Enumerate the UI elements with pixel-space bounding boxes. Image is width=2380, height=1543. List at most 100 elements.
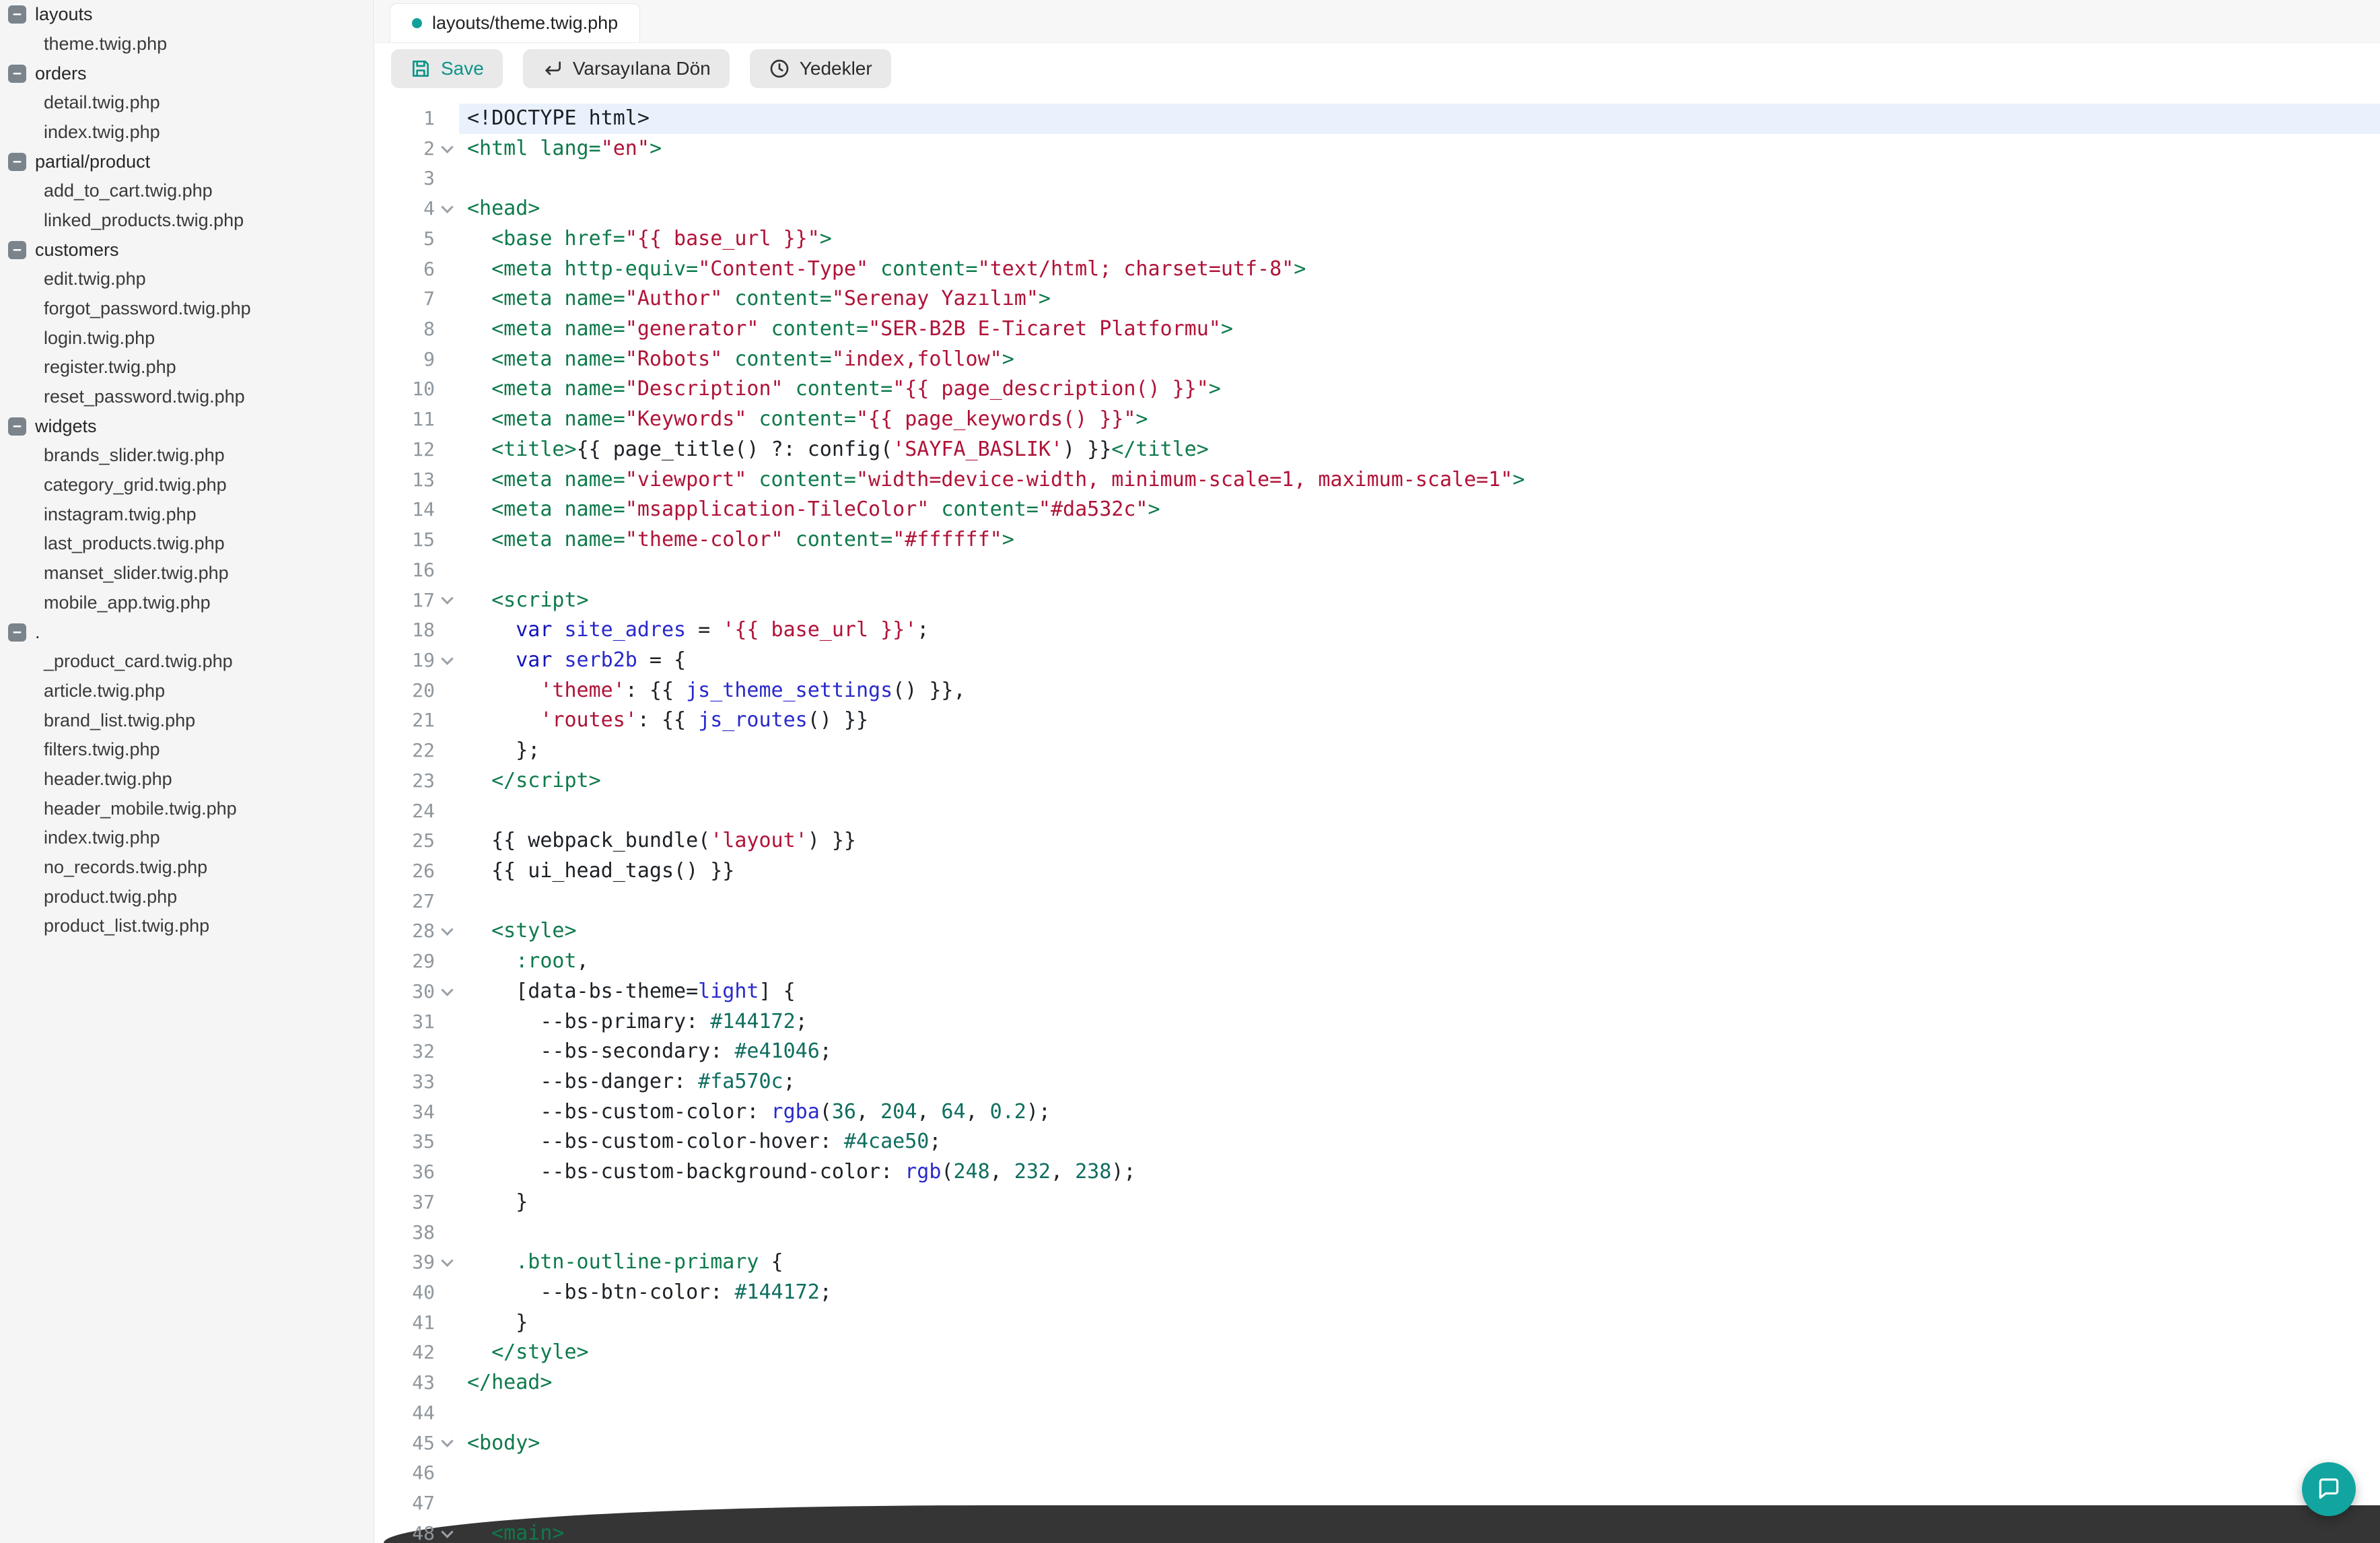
- code-line[interactable]: 17 <script>: [375, 586, 2380, 616]
- fold-chevron-icon[interactable]: [435, 977, 459, 1007]
- code-line[interactable]: 33 --bs-danger: #fa570c;: [375, 1067, 2380, 1097]
- collapse-minus-icon[interactable]: −: [8, 5, 26, 24]
- tree-file-item[interactable]: add_to_cart.twig.php: [0, 176, 374, 206]
- tree-file-item[interactable]: brands_slider.twig.php: [0, 441, 374, 471]
- fold-chevron-icon[interactable]: [435, 194, 459, 224]
- code-line[interactable]: 48 <main>: [375, 1519, 2380, 1543]
- tree-file-item[interactable]: header.twig.php: [0, 765, 374, 794]
- code-line[interactable]: 40 --bs-btn-color: #144172;: [375, 1278, 2380, 1308]
- code-line[interactable]: 7 <meta name="Author" content="Serenay Y…: [375, 284, 2380, 314]
- tree-folder[interactable]: −layouts: [0, 0, 374, 30]
- support-fab-button[interactable]: [2302, 1462, 2356, 1516]
- fold-chevron-icon[interactable]: [435, 646, 459, 676]
- code-line[interactable]: 14 <meta name="msapplication-TileColor" …: [375, 495, 2380, 525]
- code-line[interactable]: 6 <meta http-equiv="Content-Type" conten…: [375, 254, 2380, 285]
- tree-file-item[interactable]: instagram.twig.php: [0, 500, 374, 530]
- code-line[interactable]: 25 {{ webpack_bundle('layout') }}: [375, 826, 2380, 856]
- code-line[interactable]: 9 <meta name="Robots" content="index,fol…: [375, 345, 2380, 375]
- fold-chevron-icon[interactable]: [435, 1429, 459, 1459]
- code-line[interactable]: 11 <meta name="Keywords" content="{{ pag…: [375, 405, 2380, 435]
- fold-chevron-icon[interactable]: [435, 1247, 459, 1278]
- reset-default-button[interactable]: Varsayılana Dön: [523, 49, 730, 88]
- code-line[interactable]: 32 --bs-secondary: #e41046;: [375, 1037, 2380, 1067]
- tree-file-item[interactable]: filters.twig.php: [0, 735, 374, 765]
- collapse-minus-icon[interactable]: −: [8, 65, 26, 83]
- save-button[interactable]: Save: [391, 49, 503, 88]
- tree-folder[interactable]: −partial/product: [0, 147, 374, 176]
- code-line[interactable]: 38: [375, 1218, 2380, 1248]
- code-line[interactable]: 42 </style>: [375, 1338, 2380, 1368]
- code-line[interactable]: 36 --bs-custom-background-color: rgb(248…: [375, 1157, 2380, 1188]
- tree-file-item[interactable]: header_mobile.twig.php: [0, 794, 374, 824]
- tree-file-item[interactable]: last_products.twig.php: [0, 529, 374, 559]
- code-line[interactable]: 21 'routes': {{ js_routes() }}: [375, 706, 2380, 736]
- code-line[interactable]: 22 };: [375, 736, 2380, 766]
- code-line[interactable]: 10 <meta name="Description" content="{{ …: [375, 374, 2380, 405]
- tree-folder[interactable]: −orders: [0, 59, 374, 88]
- collapse-minus-icon[interactable]: −: [8, 417, 26, 436]
- tree-file-item[interactable]: index.twig.php: [0, 118, 374, 147]
- code-line[interactable]: 35 --bs-custom-color-hover: #4cae50;: [375, 1127, 2380, 1157]
- collapse-minus-icon[interactable]: −: [8, 153, 26, 171]
- code-line[interactable]: 16: [375, 555, 2380, 586]
- tree-folder[interactable]: −customers: [0, 236, 374, 265]
- code-line[interactable]: 4<head>: [375, 194, 2380, 224]
- fold-chevron-icon[interactable]: [435, 586, 459, 616]
- code-line[interactable]: 2<html lang="en">: [375, 134, 2380, 164]
- tab-layouts-theme-twig[interactable]: layouts/theme.twig.php: [390, 3, 640, 42]
- tree-file-item[interactable]: login.twig.php: [0, 324, 374, 353]
- code-line[interactable]: 41 }: [375, 1308, 2380, 1338]
- code-line[interactable]: 28 <style>: [375, 916, 2380, 947]
- tree-folder[interactable]: −.: [0, 617, 374, 647]
- tree-folder[interactable]: −widgets: [0, 412, 374, 442]
- collapse-minus-icon[interactable]: −: [8, 623, 26, 642]
- backups-button[interactable]: Yedekler: [750, 49, 891, 88]
- code-line[interactable]: 43</head>: [375, 1368, 2380, 1398]
- tree-file-item[interactable]: theme.twig.php: [0, 30, 374, 59]
- tree-file-item[interactable]: no_records.twig.php: [0, 853, 374, 883]
- code-line[interactable]: 37 }: [375, 1188, 2380, 1218]
- tree-file-item[interactable]: detail.twig.php: [0, 88, 374, 118]
- code-line[interactable]: 27: [375, 887, 2380, 917]
- code-line[interactable]: 24: [375, 796, 2380, 827]
- code-line[interactable]: 34 --bs-custom-color: rgba(36, 204, 64, …: [375, 1097, 2380, 1128]
- tree-file-item[interactable]: forgot_password.twig.php: [0, 294, 374, 324]
- code-line[interactable]: 3: [375, 164, 2380, 194]
- code-line[interactable]: 45<body>: [375, 1429, 2380, 1459]
- code-line[interactable]: 5 <base href="{{ base_url }}">: [375, 224, 2380, 254]
- collapse-minus-icon[interactable]: −: [8, 241, 26, 259]
- tree-file-item[interactable]: manset_slider.twig.php: [0, 559, 374, 588]
- code-line[interactable]: 12 <title>{{ page_title() ?: config('SAY…: [375, 435, 2380, 465]
- tree-file-item[interactable]: article.twig.php: [0, 677, 374, 706]
- code-line[interactable]: 13 <meta name="viewport" content="width=…: [375, 465, 2380, 495]
- code-line[interactable]: 8 <meta name="generator" content="SER-B2…: [375, 314, 2380, 345]
- code-line[interactable]: 47: [375, 1488, 2380, 1519]
- tree-file-item[interactable]: register.twig.php: [0, 353, 374, 382]
- code-line[interactable]: 20 'theme': {{ js_theme_settings() }},: [375, 676, 2380, 706]
- fold-chevron-icon[interactable]: [435, 134, 459, 164]
- code-line[interactable]: 39 .btn-outline-primary {: [375, 1247, 2380, 1278]
- code-line[interactable]: 30 [data-bs-theme=light] {: [375, 977, 2380, 1007]
- tree-file-item[interactable]: category_grid.twig.php: [0, 471, 374, 500]
- tree-file-item[interactable]: product_list.twig.php: [0, 912, 374, 941]
- tree-file-item[interactable]: edit.twig.php: [0, 265, 374, 294]
- tree-file-item[interactable]: index.twig.php: [0, 823, 374, 853]
- code-line[interactable]: 19 var serb2b = {: [375, 646, 2380, 676]
- fold-chevron-icon[interactable]: [435, 916, 459, 947]
- code-line[interactable]: 46: [375, 1458, 2380, 1488]
- code-editor[interactable]: 1<!DOCTYPE html>2<html lang="en">34<head…: [375, 94, 2380, 1543]
- tree-file-item[interactable]: mobile_app.twig.php: [0, 588, 374, 618]
- code-line[interactable]: 1<!DOCTYPE html>: [375, 104, 2380, 134]
- code-line[interactable]: 18 var site_adres = '{{ base_url }}';: [375, 615, 2380, 646]
- tree-file-item[interactable]: brand_list.twig.php: [0, 706, 374, 736]
- code-line[interactable]: 23 </script>: [375, 766, 2380, 796]
- tree-file-item[interactable]: product.twig.php: [0, 883, 374, 912]
- code-line[interactable]: 44: [375, 1398, 2380, 1429]
- tree-file-item[interactable]: linked_products.twig.php: [0, 206, 374, 236]
- code-line[interactable]: 26 {{ ui_head_tags() }}: [375, 856, 2380, 887]
- fold-chevron-icon[interactable]: [435, 1519, 459, 1543]
- tree-file-item[interactable]: _product_card.twig.php: [0, 647, 374, 677]
- tree-file-item[interactable]: reset_password.twig.php: [0, 382, 374, 412]
- code-line[interactable]: 15 <meta name="theme-color" content="#ff…: [375, 525, 2380, 555]
- code-line[interactable]: 29 :root,: [375, 947, 2380, 977]
